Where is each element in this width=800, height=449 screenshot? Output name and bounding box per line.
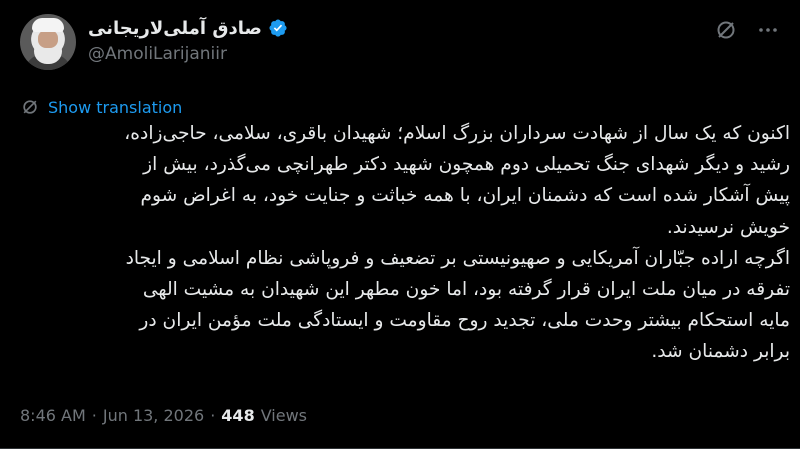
tweet-text: اکنون که یک سال از شهادت سرداران بزرگ اس… (20, 118, 790, 368)
author-display-name[interactable]: صادق آملی‌لاریجانی (88, 18, 262, 39)
tweet-paragraph: اگرچه اراده جبّاران آمریکایی و صهیونیستی… (125, 247, 790, 363)
tweet-meta: 8:46 AM · Jun 13, 2026 · 448 Views (20, 402, 307, 428)
grok-icon[interactable] (714, 18, 738, 42)
tweet-header: صادق آملی‌لاریجانی @AmoliLarijaniir (20, 14, 780, 78)
tweet-time[interactable]: 8:46 AM (20, 406, 86, 425)
meta-separator: · (91, 405, 97, 425)
verified-badge-icon (269, 19, 287, 37)
more-icon[interactable] (756, 18, 780, 42)
show-translation-label: Show translation (48, 97, 183, 117)
author-name-row: صادق آملی‌لاریجانی (88, 14, 288, 42)
translate-icon (23, 100, 37, 114)
views-count[interactable]: 448 (221, 406, 254, 425)
show-translation-link[interactable]: Show translation (20, 96, 182, 118)
author-handle[interactable]: @AmoliLarijaniir (88, 44, 227, 64)
meta-separator: · (210, 405, 216, 425)
avatar[interactable] (20, 14, 76, 70)
tweet-paragraph: اکنون که یک سال از شهادت سرداران بزرگ اس… (124, 123, 790, 238)
tweet-date[interactable]: Jun 13, 2026 (103, 406, 204, 425)
views-label: Views (260, 405, 308, 425)
